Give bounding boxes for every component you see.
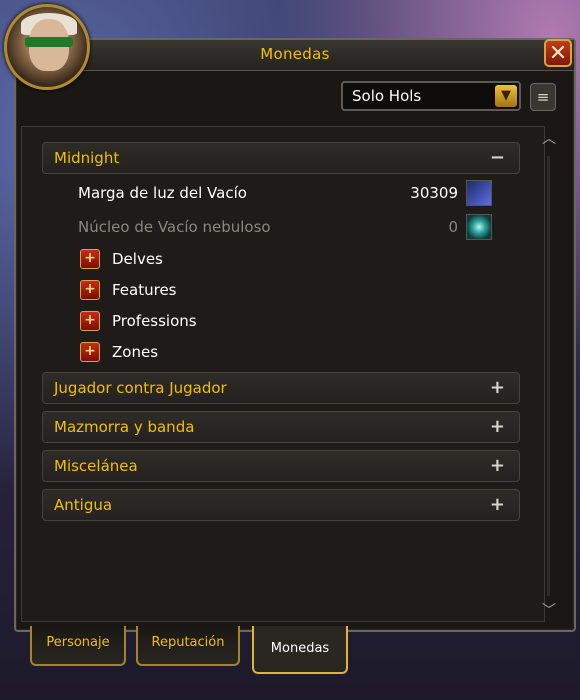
subcategory-professions[interactable]: + Professions (80, 309, 380, 333)
tab-reputacion[interactable]: Reputación (136, 626, 240, 666)
title-bar[interactable]: Monedas ✕ (16, 39, 574, 71)
transfer-log-button[interactable]: ≡ (530, 83, 556, 111)
expand-icon: + (489, 455, 505, 476)
currency-row-nucleo[interactable]: Núcleo de Vacío nebuloso 0 (78, 214, 494, 240)
subcategory-label: Delves (112, 250, 163, 268)
expand-icon: + (489, 377, 505, 398)
expand-icon: + (80, 280, 100, 300)
category-label: Jugador contra Jugador (54, 379, 227, 397)
collapse-icon: − (489, 147, 505, 168)
tab-personaje[interactable]: Personaje (30, 626, 126, 666)
category-header-dungeon-raid[interactable]: Mazmorra y banda + (42, 411, 520, 443)
chevron-down-icon[interactable]: ▼ (495, 85, 517, 107)
currency-window: Monedas ✕ Solo Hols ▼ ≡ ︿ ﹀ Midnight − M… (14, 38, 576, 632)
category-header-misc[interactable]: Miscelánea + (42, 450, 520, 482)
category-header-midnight[interactable]: Midnight − (42, 142, 520, 174)
tab-label: Personaje (46, 635, 110, 650)
subcategory-label: Features (112, 281, 177, 299)
tab-label: Monedas (270, 641, 330, 656)
subcategory-delves[interactable]: + Delves (80, 247, 380, 271)
currency-name: Marga de luz del Vacío (78, 184, 247, 202)
window-title: Monedas (260, 45, 330, 63)
scroll-down-icon[interactable]: ﹀ (539, 600, 559, 619)
category-header-pvp[interactable]: Jugador contra Jugador + (42, 372, 520, 404)
void-core-icon (466, 214, 492, 240)
category-label: Mazmorra y banda (54, 418, 195, 436)
character-portrait[interactable] (4, 4, 90, 90)
character-filter-dropdown[interactable]: Solo Hols ▼ (341, 81, 521, 111)
category-label: Miscelánea (54, 457, 138, 475)
expand-icon: + (80, 249, 100, 269)
scroll-track[interactable] (547, 156, 550, 596)
currency-name: Núcleo de Vacío nebuloso (78, 218, 271, 236)
scroll-icon: ≡ (536, 88, 550, 106)
category-label: Midnight (54, 149, 120, 167)
dropdown-selected-value: Solo Hols (352, 87, 422, 105)
portrait-visor (25, 37, 73, 47)
expand-icon: + (80, 342, 100, 362)
category-header-legacy[interactable]: Antigua + (42, 489, 520, 521)
subcategory-features[interactable]: + Features (80, 278, 380, 302)
subcategory-label: Professions (112, 312, 197, 330)
subcategory-zones[interactable]: + Zones (80, 340, 380, 364)
subcategory-label: Zones (112, 343, 159, 361)
list-scrollbar[interactable]: ︿ ﹀ (538, 126, 560, 620)
close-button[interactable]: ✕ (544, 39, 572, 67)
expand-icon: + (80, 311, 100, 331)
scroll-up-icon[interactable]: ︿ (539, 128, 559, 147)
category-label: Antigua (54, 496, 113, 514)
close-icon: ✕ (548, 41, 568, 66)
tab-label: Reputación (151, 635, 225, 650)
currency-amount: 30309 (410, 184, 458, 202)
tab-monedas[interactable]: Monedas (252, 626, 348, 674)
expand-icon: + (489, 494, 505, 515)
currency-amount: 0 (448, 218, 458, 236)
currency-row-marga[interactable]: Marga de luz del Vacío 30309 (78, 180, 494, 206)
void-crystal-icon (466, 180, 492, 206)
expand-icon: + (489, 416, 505, 437)
